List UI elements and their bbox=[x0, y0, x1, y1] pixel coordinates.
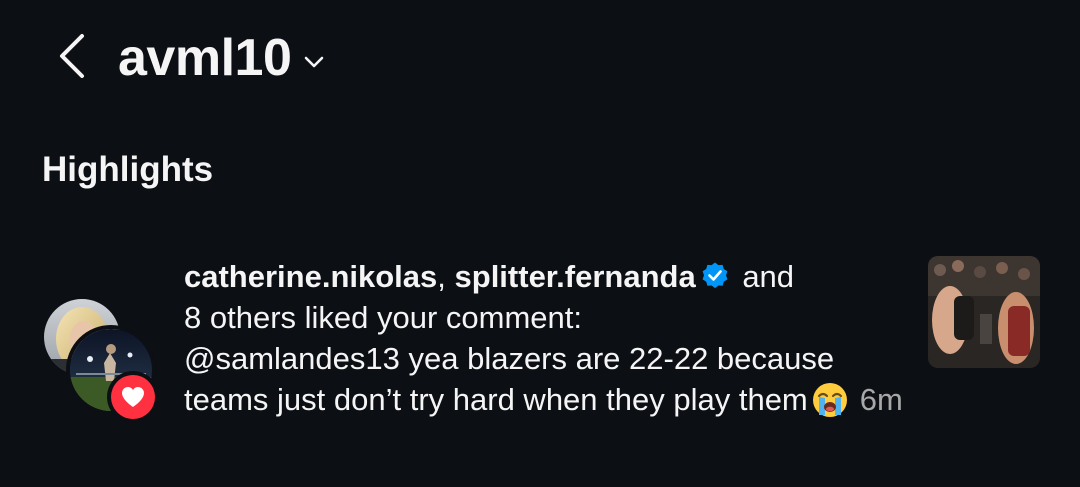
top-nav-bar: avml10 bbox=[0, 0, 1080, 120]
avatar-stack bbox=[40, 295, 160, 423]
comment-text: @samlandes13 yea blazers are 22-22 becau… bbox=[184, 341, 835, 417]
and-text: and bbox=[733, 259, 795, 294]
username-link[interactable]: splitter.fernanda bbox=[455, 259, 696, 294]
chevron-down-icon bbox=[305, 56, 324, 68]
like-badge bbox=[107, 371, 159, 423]
account-switcher[interactable]: avml10 bbox=[118, 28, 325, 88]
notification-item[interactable]: catherine.nikolas, splitter.fernanda and… bbox=[0, 250, 1080, 480]
verified-badge-icon bbox=[702, 262, 728, 289]
section-title: Highlights bbox=[42, 150, 214, 189]
timestamp: 6m bbox=[859, 382, 903, 417]
separator-text: , bbox=[437, 259, 455, 294]
chevron-left-icon[interactable] bbox=[52, 30, 92, 82]
account-name: avml10 bbox=[118, 29, 292, 87]
loudly-crying-face-icon bbox=[812, 383, 847, 417]
notification-text: catherine.nikolas, splitter.fernanda and… bbox=[184, 256, 904, 420]
others-text: 8 others liked your comment: bbox=[184, 300, 583, 335]
post-thumbnail[interactable] bbox=[928, 256, 1040, 368]
heart-icon bbox=[122, 387, 144, 407]
username-link[interactable]: catherine.nikolas bbox=[184, 259, 437, 294]
